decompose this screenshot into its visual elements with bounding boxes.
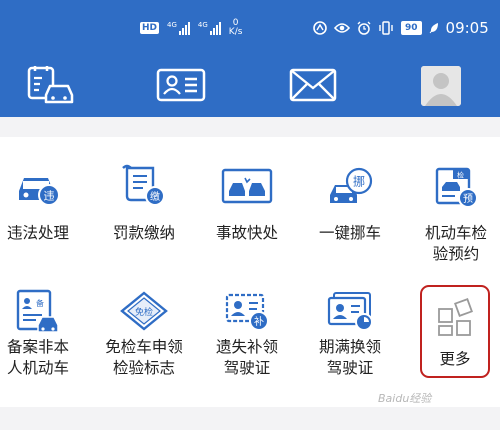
service-register-other-vehicle[interactable]: 备 备案非本 人机动车 xyxy=(0,285,88,405)
nfc-icon xyxy=(313,21,327,35)
status-bar-left: HD 4G 4G 0 K/s xyxy=(140,17,242,39)
service-label: 事故快处 xyxy=(215,224,278,242)
signal-icon: 4G xyxy=(167,21,190,35)
leaf-icon xyxy=(429,23,438,34)
clock: 09:05 xyxy=(445,19,489,37)
net-speed: 0 K/s xyxy=(228,18,243,37)
battery-icon: 90 xyxy=(401,21,422,35)
service-label: 免检车申领 检验标志 xyxy=(105,338,183,377)
service-violation[interactable]: 违 违法处理 xyxy=(0,137,88,257)
avatar[interactable] xyxy=(421,66,461,106)
svg-text:检: 检 xyxy=(457,171,464,180)
move-car-icon: 挪 xyxy=(330,167,373,203)
service-label: 一键挪车 xyxy=(318,224,381,242)
service-label: 备案非本 人机动车 xyxy=(6,338,69,377)
service-accident[interactable]: 事故快处 xyxy=(197,137,297,257)
svg-text:缴: 缴 xyxy=(150,190,160,203)
vibrate-icon xyxy=(379,21,393,35)
service-replace-lost-license[interactable]: 补 遗失补领 驾驶证 xyxy=(197,285,297,405)
register-vehicle-icon: 备 xyxy=(16,289,59,333)
renew-license-icon xyxy=(327,292,373,331)
svg-text:备: 备 xyxy=(36,298,44,308)
service-renew-license[interactable]: 期满换领 驾驶证 xyxy=(300,285,400,405)
service-inspection-booking[interactable]: 检 预 机动车检 验预约 xyxy=(406,137,500,263)
car-license-icon[interactable] xyxy=(25,62,77,108)
service-label: 违法处理 xyxy=(6,224,69,242)
signal-icon: 4G xyxy=(198,21,221,35)
watermark: Baidu经验 xyxy=(378,392,432,405)
eye-icon xyxy=(334,23,350,33)
fine-scroll-icon: 缴 xyxy=(122,164,165,206)
service-move-car[interactable]: 挪 一键挪车 xyxy=(300,137,400,257)
car-violation-icon: 违 xyxy=(19,178,60,206)
lost-license-icon: 补 xyxy=(225,293,269,331)
service-label: 罚款缴纳 xyxy=(112,224,175,242)
svg-text:预: 预 xyxy=(463,193,473,205)
svg-text:违: 违 xyxy=(44,190,55,203)
app-header: HD 4G 4G 0 K/s 90 09:05 xyxy=(0,0,500,117)
service-label: 期满换领 驾驶证 xyxy=(318,338,381,377)
service-label: 遗失补领 驾驶证 xyxy=(215,338,278,377)
exempt-badge-icon: 免检 xyxy=(120,291,168,331)
svg-text:免检: 免检 xyxy=(135,306,153,318)
service-fine-payment[interactable]: 缴 罚款缴纳 xyxy=(94,137,194,257)
highlight-more-box xyxy=(420,285,490,378)
service-exempt-inspection[interactable]: 免检 免检车申领 检验标志 xyxy=(94,285,194,405)
service-label: 机动车检 验预约 xyxy=(424,224,487,263)
hd-icon: HD xyxy=(140,22,160,34)
svg-text:补: 补 xyxy=(254,315,264,328)
id-card-icon[interactable] xyxy=(155,62,207,108)
mail-icon[interactable] xyxy=(287,62,339,108)
status-bar-right: 90 09:05 xyxy=(313,17,489,39)
alarm-icon xyxy=(357,21,371,35)
svg-text:挪: 挪 xyxy=(353,175,365,189)
accident-icon xyxy=(221,168,273,204)
inspection-icon: 检 预 xyxy=(435,167,478,208)
